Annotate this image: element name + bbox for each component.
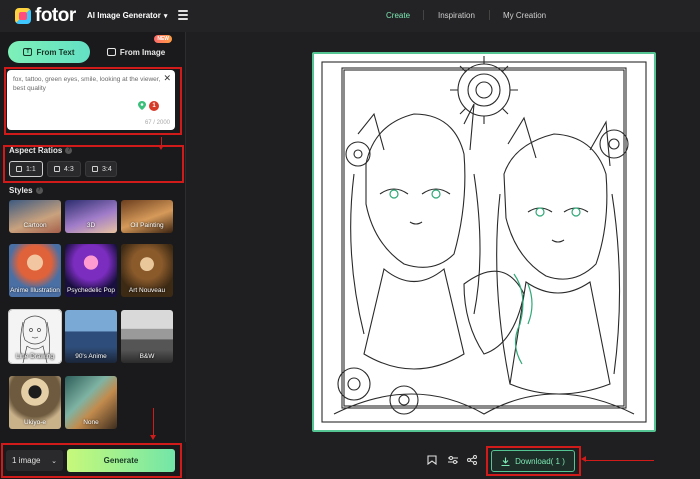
annotation-arrow [157,137,164,150]
logo-text[interactable]: fotor [35,5,76,27]
image-icon [106,48,116,56]
pin-icon[interactable] [138,101,146,110]
nav-my-creation[interactable]: My Creation [503,11,546,20]
image-count-select[interactable]: 1 image ⌄ [6,450,63,471]
nav-divider [423,10,424,20]
nav-inspiration[interactable]: Inspiration [438,11,475,20]
styles-title: Styles [9,186,33,195]
style-card-ukiyo-e[interactable]: Ukiyo-e [9,376,61,429]
ai-counter-badge[interactable]: 1 [149,101,159,111]
style-label: 90's Anime [75,353,107,360]
close-icon[interactable]: ✕ [163,73,171,84]
prompt-textarea[interactable]: fox, tattoo, green eyes, smile, looking … [7,70,175,130]
ratio-label: 3:4 [102,165,112,173]
text-icon: T [23,48,33,56]
nav-create[interactable]: Create [386,11,410,20]
ratio-label: 4:3 [64,165,74,173]
style-card-90s-anime[interactable]: 90's Anime [65,310,117,363]
styles-heading: Styles? [9,186,43,195]
top-bar: fotor AI Image Generator ▾ Create Inspira… [0,0,700,32]
new-badge: NEW [154,35,172,43]
chevron-down-icon: ▾ [163,13,168,20]
adjust-icon[interactable] [448,455,458,465]
hamburger-menu-icon[interactable] [178,10,188,20]
generate-bar: 1 image ⌄ Generate [0,442,186,479]
left-panel: T From Text From Image NEW fox, tattoo, … [0,32,186,479]
aspect-ratios-heading: Aspect Ratios? [9,146,73,155]
style-card-cartoon[interactable]: Cartoon [9,200,61,233]
bookmark-icon[interactable] [427,455,437,465]
result-image[interactable] [312,52,656,432]
ratio-label: 1:1 [26,165,36,173]
chevron-down-icon: ⌄ [51,457,57,465]
style-label: Art Nouveau [128,287,166,294]
download-button[interactable]: Download( 1 ) [491,450,575,472]
style-label: Ukiyo-e [23,419,47,426]
square-icon [16,166,22,172]
style-label: None [83,419,99,426]
image-count-value: 1 image [12,456,41,465]
style-label: 3D [86,222,96,229]
style-card-oil-painting[interactable]: Oil Painting [121,200,173,233]
char-count: 67 / 2000 [144,120,170,126]
prompt-text[interactable]: fox, tattoo, green eyes, smile, looking … [13,75,161,93]
info-icon[interactable]: ? [65,147,73,155]
nav-divider [489,10,490,20]
generate-button[interactable]: Generate [67,449,175,472]
portrait-icon [92,166,98,172]
tab-from-image[interactable]: From Image NEW [94,35,178,63]
generator-dropdown[interactable]: AI Image Generator ▾ [87,11,167,20]
line-art-illustration [321,56,647,423]
aspect-ratios-title: Aspect Ratios [9,146,63,155]
info-icon[interactable]: ? [35,187,43,195]
style-label: Psychedelic Pop [66,287,116,294]
style-label: Cartoon [23,222,47,229]
tab-from-image-label: From Image [119,47,166,57]
style-label: Oil Painting [130,222,164,229]
share-icon[interactable] [467,455,477,465]
download-icon [501,457,510,466]
generator-label: AI Image Generator [87,11,161,20]
style-card-bw[interactable]: B&W [121,310,173,363]
annotation-arrow [149,408,156,440]
style-card-psychedelic-pop[interactable]: Psychedelic Pop [65,244,117,297]
download-label: Download( 1 ) [515,456,565,466]
annotation-arrow [581,456,654,462]
tab-from-text[interactable]: T From Text [8,41,90,63]
style-label: Line Drawing [16,353,54,360]
style-card-line-drawing[interactable]: Line Drawing [8,309,62,364]
style-label: B&W [139,353,155,360]
style-card-anime-illustration[interactable]: Anime Illustration [9,244,61,297]
landscape-icon [54,166,60,172]
tab-from-text-label: From Text [36,47,75,57]
fotor-logo-icon[interactable] [15,8,31,24]
ratio-option-3-4[interactable]: 3:4 [85,161,117,177]
mode-tabs: T From Text From Image NEW [8,35,178,63]
ratio-option-1-1[interactable]: 1:1 [9,161,43,177]
style-label: Anime Illustration [10,287,60,294]
ratio-option-4-3[interactable]: 4:3 [47,161,81,177]
style-card-none[interactable]: None [65,376,117,429]
style-card-art-nouveau[interactable]: Art Nouveau [121,244,173,297]
style-card-3d[interactable]: 3D [65,200,117,233]
